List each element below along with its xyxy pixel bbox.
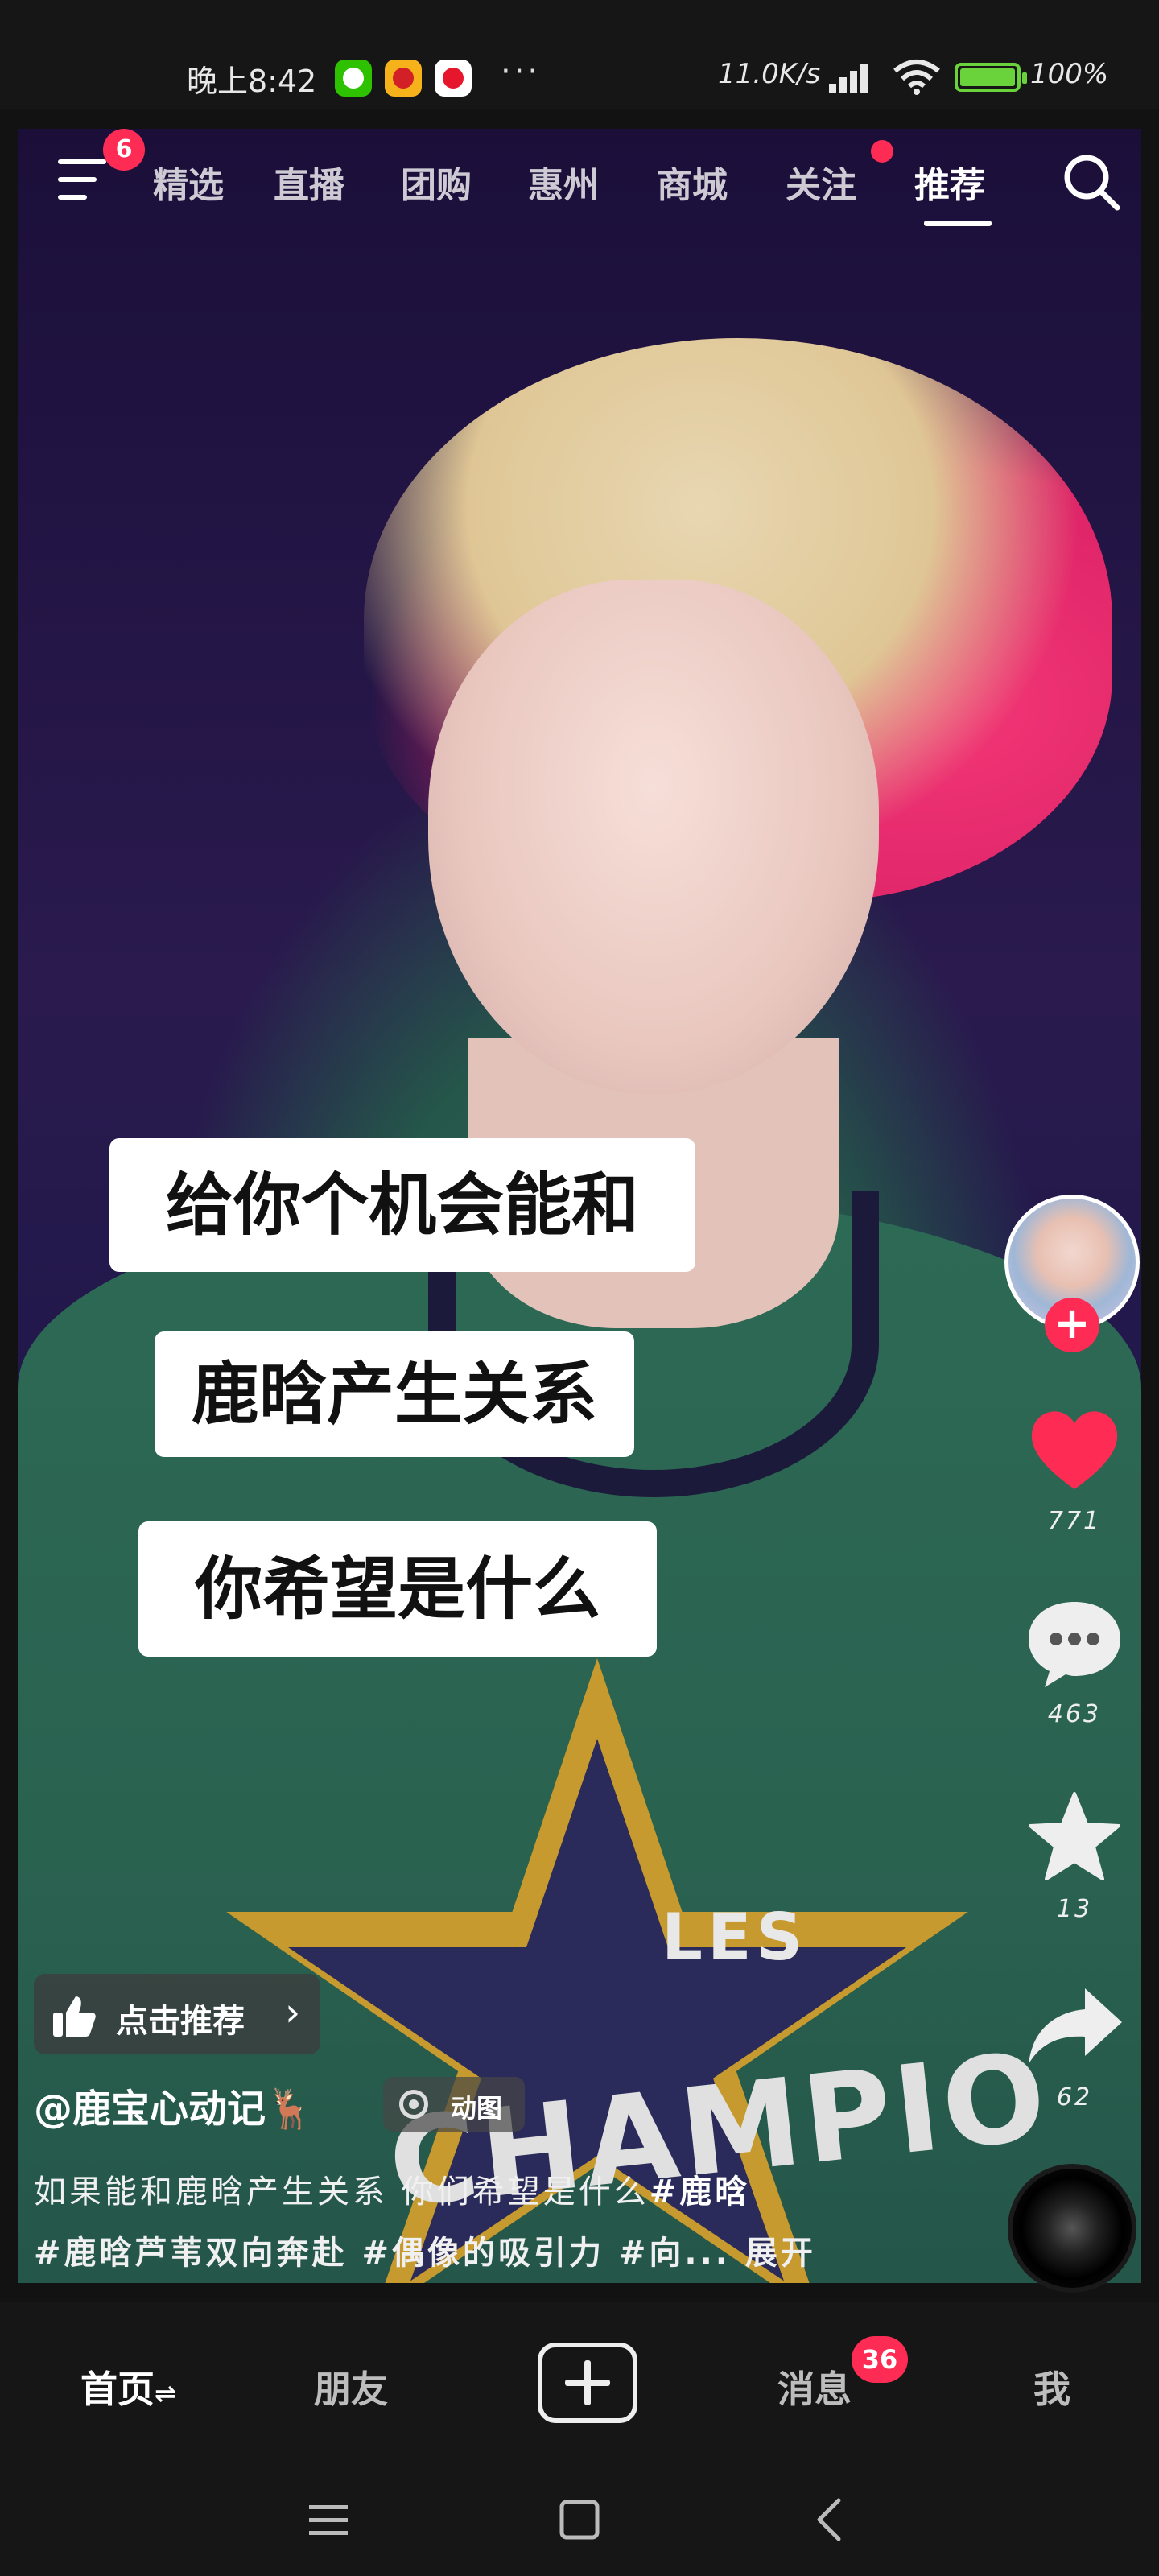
battery-percentage: 100%: [1030, 58, 1109, 90]
top-nav: 6 精选 直播 团购 惠州 商城 关注 推荐: [18, 129, 1141, 233]
nav-friends[interactable]: 朋友: [314, 2360, 388, 2413]
status-bar: 晚上8:42 ··· 11.0K/s 100%: [0, 0, 1159, 109]
wechat-notification-icon: [335, 60, 372, 97]
messages-badge: 36: [852, 2336, 908, 2383]
caption-line-3: 你希望是什么: [138, 1521, 657, 1657]
target-icon: [399, 2090, 428, 2119]
video-face: [428, 580, 879, 1095]
jersey-text-les: LES: [662, 1900, 808, 1975]
recents-menu-icon[interactable]: [304, 2496, 353, 2544]
following-dot: [871, 140, 893, 163]
animated-image-label: 动图: [451, 2093, 503, 2124]
hashtags-text[interactable]: #鹿晗芦苇双向奔赴 #偶像的吸引力 #向...: [34, 2235, 731, 2272]
system-nav-bar: [0, 2463, 1159, 2576]
nav-home-switch-icon: ⇌: [155, 2378, 176, 2409]
description-line-2: #鹿晗芦苇双向奔赴 #偶像的吸引力 #向... 展开: [34, 2227, 984, 2273]
share-count: 62: [1056, 2083, 1093, 2112]
thumbs-up-icon: [53, 1996, 96, 2037]
favorite-star-icon[interactable]: [1022, 1789, 1127, 1885]
more-notifications-icon: ···: [501, 53, 542, 90]
chevron-right-icon: ›: [285, 1990, 301, 2035]
tab-huizhou[interactable]: 惠州: [528, 156, 599, 208]
music-disc-icon[interactable]: [1008, 2164, 1136, 2293]
tab-recommend[interactable]: 推荐: [914, 156, 985, 208]
search-icon[interactable]: [1061, 151, 1122, 213]
wifi-icon: [893, 60, 940, 95]
nav-me[interactable]: 我: [1033, 2360, 1070, 2413]
tab-following[interactable]: 关注: [786, 156, 856, 208]
nav-messages[interactable]: 消息: [777, 2360, 852, 2413]
tab-featured[interactable]: 精选: [153, 156, 224, 208]
nav-home[interactable]: 首页⇌: [80, 2360, 176, 2413]
like-heart-icon[interactable]: [1022, 1401, 1127, 1497]
menu-icon[interactable]: [58, 159, 106, 200]
description-line-1: 如果能和鹿晗产生关系 你们希望是什么#鹿晗: [34, 2165, 984, 2212]
share-arrow-icon[interactable]: [1022, 1977, 1127, 2074]
create-post-button[interactable]: [538, 2343, 637, 2423]
like-count: 771: [1047, 1507, 1102, 1535]
author-name[interactable]: @鹿宝心动记🦌: [34, 2077, 314, 2133]
follow-button[interactable]: +: [1045, 1298, 1099, 1352]
active-tab-indicator: [924, 221, 992, 226]
back-arrow-icon[interactable]: [806, 2496, 855, 2544]
weibo-alt-notification-icon: [435, 60, 472, 97]
bottom-nav: 首页⇌ 朋友 消息 36 我: [0, 2302, 1159, 2463]
weibo-notification-icon: [385, 60, 422, 97]
menu-badge: 6: [103, 129, 145, 171]
network-speed: 11.0K/s: [718, 58, 821, 90]
comment-icon[interactable]: [1022, 1594, 1127, 1690]
description-text: 如果能和鹿晗产生关系 你们希望是什么: [34, 2174, 650, 2211]
status-time: 晚上8:42: [187, 64, 317, 99]
hashtag-luhan[interactable]: #鹿晗: [650, 2174, 751, 2211]
caption-line-2: 鹿晗产生关系: [155, 1331, 634, 1457]
battery-icon: [955, 63, 1027, 92]
caption-line-1: 给你个机会能和: [109, 1138, 695, 1272]
animated-image-tag[interactable]: 动图: [383, 2077, 525, 2132]
home-square-icon[interactable]: [555, 2496, 604, 2544]
favorite-count: 13: [1056, 1895, 1093, 1923]
nav-home-label: 首页: [80, 2368, 155, 2411]
recommend-label: 点击推荐: [116, 2003, 245, 2040]
tab-mall[interactable]: 商城: [657, 156, 728, 208]
tab-group-buy[interactable]: 团购: [401, 156, 472, 208]
expand-button[interactable]: 展开: [745, 2235, 816, 2272]
signal-icon: [829, 58, 877, 93]
comment-count: 463: [1047, 1700, 1102, 1728]
tab-live[interactable]: 直播: [274, 156, 344, 208]
recommend-button[interactable]: 点击推荐 ›: [34, 1974, 320, 2054]
